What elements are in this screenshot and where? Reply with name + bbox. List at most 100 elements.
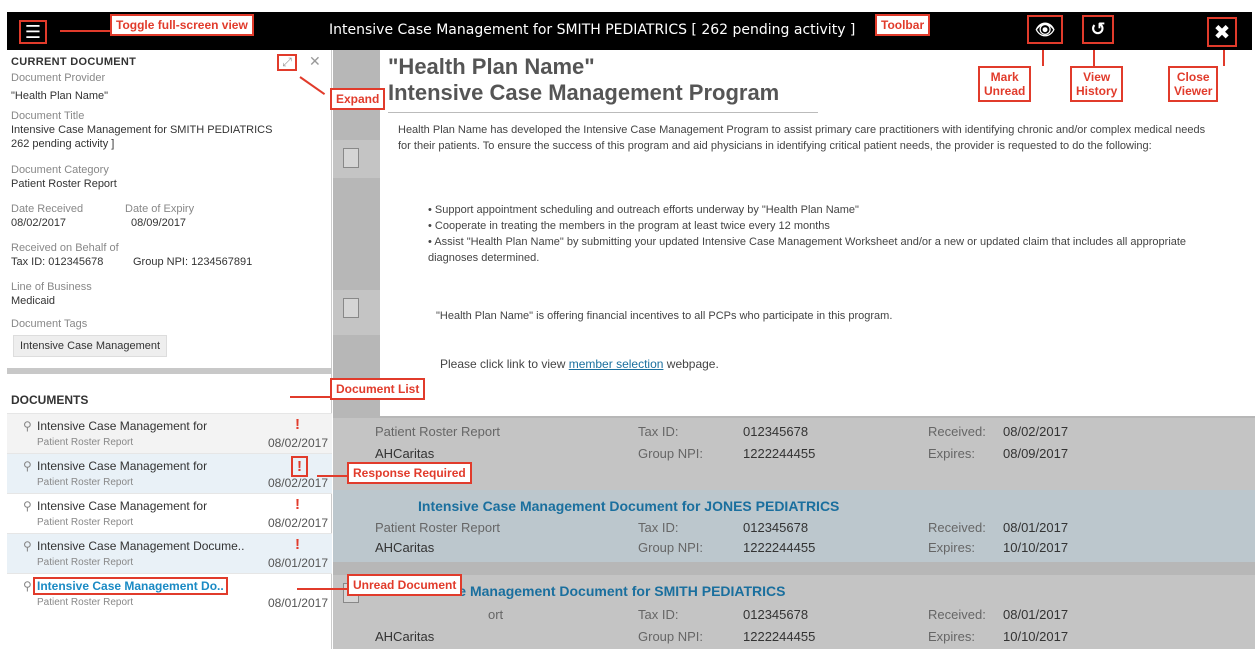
bg-rec: 08/02/2017 (1003, 424, 1069, 439)
bg-card-3[interactable]: Intensive Case Management Document for S… (333, 575, 1255, 649)
bg-npi-label: Group NPI: (638, 629, 704, 644)
title-label: Document Title (11, 110, 85, 122)
bg-exp: 10/10/2017 (1003, 540, 1069, 555)
bg-title[interactable]: Intensive Case Management Document for J… (418, 498, 839, 514)
bg-tax-label: Tax ID: (638, 607, 679, 622)
bg-npi-label: Group NPI: (638, 446, 704, 461)
provider-label: Document Provider (11, 72, 106, 84)
bg-tax: 012345678 (743, 607, 809, 622)
bg-tax-label: Tax ID: (638, 424, 679, 439)
current-document-heading: CURRENT DOCUMENT (11, 56, 137, 68)
member-selection-link[interactable]: member selection (569, 357, 664, 371)
bg-npi: 1222244455 (743, 540, 816, 555)
doc-title: Intensive Case Management for (37, 499, 208, 513)
bg-rec-label: Received: (928, 607, 986, 622)
callout-toggle: Toggle full-screen view (110, 14, 254, 36)
list-item[interactable]: ⚲ Intensive Case Management for ! Patien… (7, 453, 332, 493)
documents-heading: DOCUMENTS (11, 393, 89, 407)
callout-arrow (1223, 50, 1225, 66)
bg-card-2[interactable]: Intensive Case Management Document for J… (333, 490, 1255, 562)
doc-title-unread: Intensive Case Management Do.. (33, 577, 228, 595)
document-tag[interactable]: Intensive Case Management (13, 335, 168, 357)
link-icon: ⚲ (23, 419, 32, 433)
expand-icon[interactable]: ⤢ (277, 54, 297, 71)
doc-category: Patient Roster Report (37, 437, 134, 448)
callout-mark-unread: Mark Unread (978, 66, 1032, 102)
close-panel-icon[interactable]: ✕ (309, 53, 321, 70)
doc-category: Patient Roster Report (37, 477, 134, 488)
doc-date: 08/02/2017 (267, 476, 328, 490)
callout-unread-document: Unread Document (347, 574, 463, 596)
bg-rec-label: Received: (928, 520, 986, 535)
callout-arrow (317, 475, 347, 477)
category-label: Document Category (11, 164, 109, 176)
title-value-line1: Intensive Case Management for SMITH PEDI… (11, 124, 273, 136)
callout-arrow (290, 396, 330, 398)
bg-exp: 08/09/2017 (1003, 446, 1069, 461)
response-required-icon: ! (291, 456, 308, 477)
document-viewer: "Health Plan Name" Intensive Case Manage… (380, 50, 1255, 416)
response-required-icon: ! (295, 496, 300, 513)
close-icon[interactable]: ✖ (1207, 17, 1237, 47)
callout-arrow (1042, 50, 1044, 66)
eye-slash-icon[interactable]: 👁 (1027, 15, 1063, 44)
viewer-paragraph: Health Plan Name has developed the Inten… (398, 124, 1206, 152)
doc-category: Patient Roster Report (37, 597, 134, 608)
divider (388, 112, 818, 113)
lob-label: Line of Business (11, 281, 92, 293)
bg-tax-label: Tax ID: (638, 520, 679, 535)
document-icon (343, 298, 359, 318)
response-required-icon: ! (295, 536, 300, 553)
bullet-item: Assist "Health Plan Name" by submitting … (428, 234, 1208, 266)
provider-value: "Health Plan Name" (11, 90, 109, 102)
doc-title: Intensive Case Management for (37, 419, 208, 433)
bg-npi-label: Group NPI: (638, 540, 704, 555)
tags-label: Document Tags (11, 318, 88, 330)
doc-category: Patient Roster Report (37, 557, 134, 568)
hamburger-icon[interactable]: ☰ (19, 20, 47, 44)
title-value-line2: 262 pending activity ] (11, 138, 115, 150)
link-icon: ⚲ (23, 499, 32, 513)
callout-view-history: View History (1070, 66, 1124, 102)
doc-title: Intensive Case Management for (37, 459, 208, 473)
viewer-plan-name: "Health Plan Name" (388, 54, 595, 79)
list-item[interactable]: ⚲ Intensive Case Management Do.. Patient… (7, 573, 332, 613)
link-icon: ⚲ (23, 459, 32, 473)
callout-close-viewer: Close Viewer (1168, 66, 1219, 102)
bg-source: AHCaritas (375, 629, 435, 644)
panel-resize-handle[interactable] (7, 368, 332, 374)
list-item[interactable]: ⚲ Intensive Case Management for ! Patien… (7, 493, 332, 533)
doc-date: 08/01/2017 (267, 596, 328, 610)
link-icon: ⚲ (23, 539, 32, 553)
received-label: Date Received (11, 203, 84, 215)
callout-arrow (1093, 50, 1095, 66)
callout-arrow (60, 30, 110, 32)
list-item[interactable]: ⚲ Intensive Case Management for ! Patien… (7, 413, 332, 453)
document-icon (343, 148, 359, 168)
link-suffix: webpage. (663, 357, 719, 371)
bg-npi: 1222244455 (743, 446, 816, 461)
bg-rec-label: Received: (928, 424, 986, 439)
expiry-label: Date of Expiry (125, 203, 195, 215)
link-prefix: Please click link to view (440, 357, 569, 371)
bg-exp-label: Expires: (928, 446, 975, 461)
history-icon[interactable]: ↺ (1082, 15, 1114, 44)
toolbar-title: Intensive Case Management for SMITH PEDI… (329, 22, 856, 38)
bg-rec: 08/01/2017 (1003, 607, 1069, 622)
callout-expand: Expand (330, 88, 386, 110)
bg-source: AHCaritas (375, 446, 435, 461)
link-icon: ⚲ (23, 579, 32, 593)
viewer-title: Intensive Case Management Program (388, 80, 780, 105)
lob-value: Medicaid (11, 295, 56, 307)
doc-date: 08/02/2017 (267, 436, 328, 450)
viewer-incentive: "Health Plan Name" is offering financial… (436, 310, 893, 322)
received-value: 08/02/2017 (11, 217, 67, 229)
bg-tax: 012345678 (743, 520, 809, 535)
bg-tax: 012345678 (743, 424, 809, 439)
callout-arrow (297, 588, 347, 590)
expiry-value: 08/09/2017 (131, 217, 187, 229)
bg-category: ort (488, 607, 504, 622)
list-item[interactable]: ⚲ Intensive Case Management Docume.. ! P… (7, 533, 332, 573)
bullet-item: Support appointment scheduling and outre… (428, 202, 1208, 218)
callout-toolbar: Toolbar (875, 14, 931, 36)
